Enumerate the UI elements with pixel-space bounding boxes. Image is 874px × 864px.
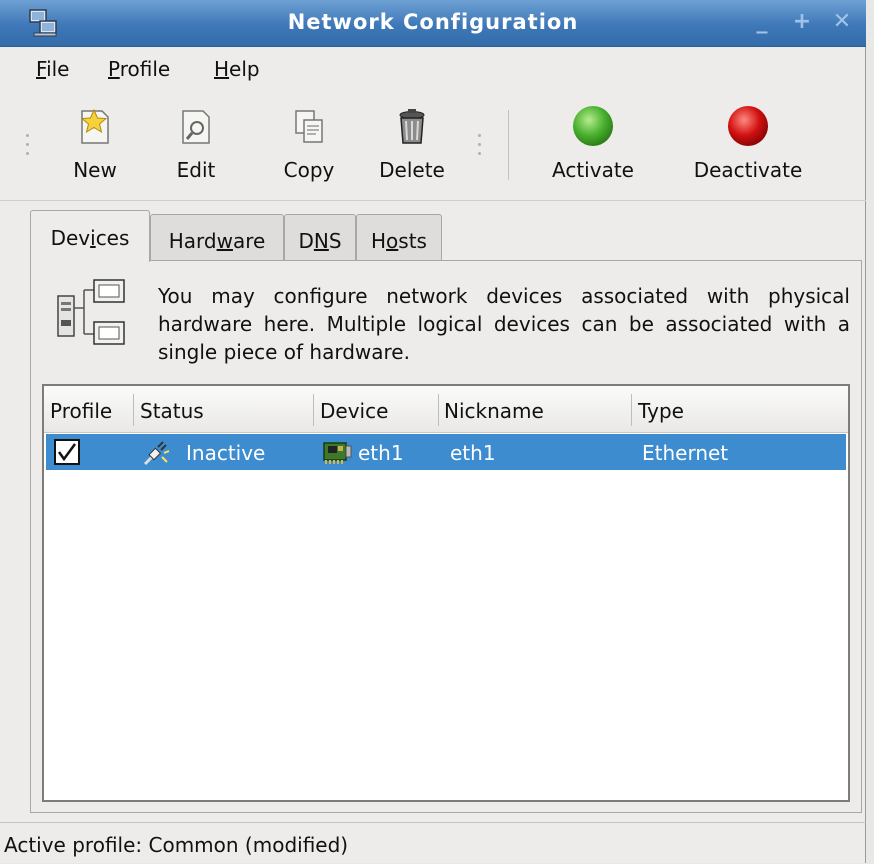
new-button[interactable]: New xyxy=(52,96,138,196)
window-title: Network Configuration xyxy=(287,10,579,34)
deactivate-button[interactable]: Deactivate xyxy=(682,96,814,196)
toolbar-grip[interactable] xyxy=(478,134,482,161)
tab-hardware[interactable]: Hardware xyxy=(150,214,284,260)
tab-dns-pre: D xyxy=(298,229,314,253)
tab-devices[interactable]: Devices xyxy=(30,210,150,262)
tab-dns[interactable]: DNS xyxy=(284,214,356,260)
edit-document-icon xyxy=(182,110,210,144)
maximize-button[interactable]: + xyxy=(788,8,816,36)
activate-button-label: Activate xyxy=(552,158,634,182)
menu-profile[interactable]: Profile xyxy=(108,57,170,81)
tab-hardware-mnemonic: w xyxy=(216,229,233,253)
row-nickname: eth1 xyxy=(450,441,496,465)
menu-bar: File Profile Help xyxy=(0,47,866,93)
delete-button-label: Delete xyxy=(379,158,445,182)
toolbar: New Edit Copy Delete Activate Deactivate xyxy=(0,96,866,201)
menu-file-mnemonic: F xyxy=(36,57,47,81)
column-separator[interactable] xyxy=(133,394,134,426)
red-circle-icon xyxy=(728,106,768,146)
device-list-header: Profile Status Device Nickname Type xyxy=(44,386,848,433)
close-button[interactable]: ✕ xyxy=(828,8,856,36)
copy-button-label: Copy xyxy=(283,158,335,182)
checkmark-icon xyxy=(57,443,77,462)
menu-profile-mnemonic: P xyxy=(108,57,120,81)
network-configuration-window: Network Configuration _ + ✕ File Profile… xyxy=(0,0,866,863)
copy-button[interactable]: Copy xyxy=(268,96,350,196)
delete-button[interactable]: Delete xyxy=(364,96,460,196)
title-bar[interactable]: Network Configuration _ + ✕ xyxy=(0,0,866,47)
network-card-icon xyxy=(323,442,352,464)
column-header-status[interactable]: Status xyxy=(140,399,204,423)
deactivate-button-label: Deactivate xyxy=(693,158,803,182)
menu-file[interactable]: File xyxy=(36,57,69,81)
tab-hosts[interactable]: Hosts xyxy=(356,214,442,260)
tab-dns-post: S xyxy=(328,229,342,253)
devices-description: You may configure network devices associ… xyxy=(158,284,850,364)
new-button-label: New xyxy=(73,158,117,182)
minimize-button[interactable]: _ xyxy=(748,8,776,36)
column-header-type[interactable]: Type xyxy=(638,399,684,423)
row-type: Ethernet xyxy=(642,441,729,465)
disconnected-plug-icon xyxy=(143,441,170,466)
column-header-device[interactable]: Device xyxy=(320,399,388,423)
menu-help[interactable]: Help xyxy=(214,57,260,81)
status-bar: Active profile: Common (modified) xyxy=(0,822,866,864)
device-list[interactable]: Profile Status Device Nickname Type Inac… xyxy=(42,384,850,802)
menu-help-label: elp xyxy=(229,57,260,81)
tab-dns-mnemonic: N xyxy=(313,229,329,253)
copy-document-icon xyxy=(295,110,323,143)
new-document-icon xyxy=(80,108,109,144)
column-separator[interactable] xyxy=(438,394,439,426)
toolbar-grip[interactable] xyxy=(26,134,30,161)
column-separator[interactable] xyxy=(631,394,632,426)
edit-button[interactable]: Edit xyxy=(158,96,234,196)
tab-hosts-mnemonic: o xyxy=(386,229,399,253)
menu-help-mnemonic: H xyxy=(214,57,230,81)
row-device: eth1 xyxy=(358,441,404,465)
row-status: Inactive xyxy=(186,441,266,465)
network-devices-icon xyxy=(57,279,125,345)
menu-file-label: ile xyxy=(46,57,70,81)
profile-checkbox[interactable] xyxy=(54,439,80,465)
column-header-profile[interactable]: Profile xyxy=(50,399,112,423)
toolbar-separator xyxy=(508,110,509,180)
activate-button[interactable]: Activate xyxy=(540,96,646,196)
device-row-eth1[interactable]: Inactive eth1 eth1 Ethernet xyxy=(46,434,846,470)
menu-profile-label: rofile xyxy=(119,57,171,81)
column-header-nickname[interactable]: Nickname xyxy=(444,399,544,423)
tab-hosts-post: sts xyxy=(398,229,427,253)
tab-hardware-post: are xyxy=(232,229,266,253)
tab-devices-pre: Dev xyxy=(50,226,91,250)
trash-icon xyxy=(399,109,425,144)
tab-devices-post: ces xyxy=(95,226,130,250)
green-circle-icon xyxy=(573,106,613,146)
active-profile-status: Active profile: Common (modified) xyxy=(4,833,349,857)
tab-hosts-pre: H xyxy=(371,229,387,253)
edit-button-label: Edit xyxy=(176,158,216,182)
tab-hardware-pre: Hard xyxy=(168,229,217,253)
column-separator[interactable] xyxy=(313,394,314,426)
